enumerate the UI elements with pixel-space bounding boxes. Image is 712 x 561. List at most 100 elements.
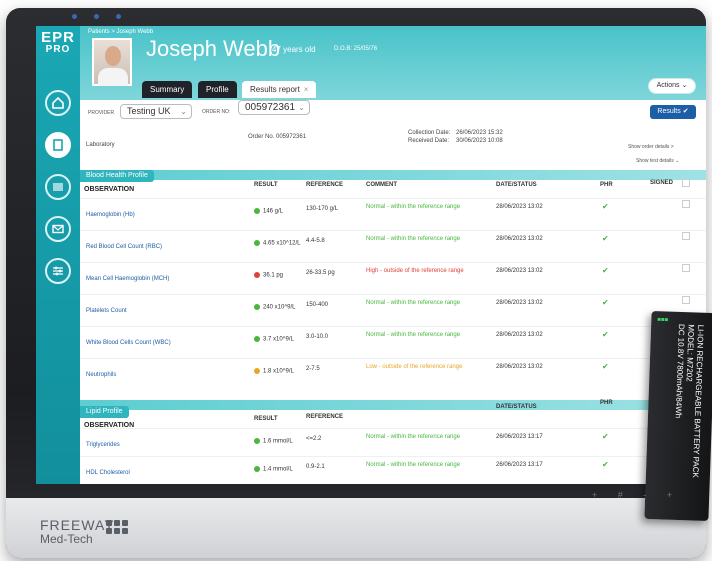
status-dot-icon — [254, 438, 260, 444]
patient-age: 47 years old — [272, 45, 316, 54]
date-status-header: DATE/STATUS — [496, 404, 537, 410]
logo-text: EPR — [41, 29, 75, 46]
brand-line2: Med-Tech — [40, 532, 93, 547]
camera-dot — [116, 14, 121, 19]
comment-text: High - outside of the reference range — [366, 268, 464, 274]
brand-logo: FREEWAY Med-Tech — [40, 517, 115, 547]
status-dot-icon — [254, 466, 260, 472]
section-title-blood: Blood Health Profile — [80, 170, 154, 182]
show-test-details-link[interactable]: Show test details ⌄ — [636, 158, 679, 164]
hardware-keys[interactable]: + # - + — [592, 490, 681, 500]
row-divider — [80, 326, 706, 327]
date-status-header: DATE/STATUS — [496, 182, 537, 188]
result-text: 1.6 mmol/L — [263, 438, 293, 445]
status-dot-icon — [254, 240, 260, 246]
reference-value: 4.4-5.8 — [306, 238, 325, 244]
observation-name[interactable]: Neutrophils — [86, 372, 116, 378]
date-value: 28/06/2023 13:02 — [496, 204, 543, 210]
comment-text: Normal - within the reference range — [366, 300, 461, 306]
app-logo: EPR PRO — [38, 30, 78, 55]
order-no-select[interactable]: 005972361 ⌄ — [238, 100, 310, 115]
check-icon: ✔ — [602, 234, 609, 243]
comment-text: Normal - within the reference range — [366, 236, 461, 242]
settings-sliders-icon — [53, 266, 63, 276]
comment-text: Low - outside of the reference range — [366, 364, 463, 370]
order-no-label: ORDER NO: — [202, 109, 231, 115]
reference-header: REFERENCE — [306, 414, 344, 420]
date-value: 28/06/2023 13:02 — [496, 332, 543, 338]
status-dot-icon — [254, 304, 260, 310]
observation-name[interactable]: Platelets Count — [86, 308, 127, 314]
result-text: 3.7 x10^9/L — [263, 336, 294, 343]
nav-mail[interactable] — [45, 216, 71, 242]
status-dot-icon — [254, 208, 260, 214]
row-divider — [80, 198, 706, 199]
chevron-down-icon: ⌄ — [675, 158, 680, 164]
observation-name[interactable]: HDL Cholesterol — [86, 470, 130, 476]
received-date-label: Received Date: — [408, 138, 450, 144]
actions-button[interactable]: Actions ⌄ — [648, 78, 696, 94]
comment-text: Normal - within the reference range — [366, 332, 461, 338]
close-icon[interactable]: × — [304, 85, 309, 94]
check-icon: ✔ — [602, 202, 609, 211]
nav-home[interactable] — [45, 90, 71, 116]
date-value: 28/06/2023 13:02 — [496, 268, 543, 274]
observation-name[interactable]: Triglycerides — [86, 442, 120, 448]
comment-header: COMMENT — [366, 182, 397, 188]
chevron-down-icon: ⌄ — [298, 103, 305, 112]
observation-name[interactable]: Haemoglobin (Hb) — [86, 212, 135, 218]
order-meta: Results ✔ PROVIDER Testing UK ⌄ ORDER NO:… — [80, 100, 706, 170]
patient-name: Joseph Webb — [146, 36, 281, 61]
check-icon: ✔ — [602, 362, 609, 371]
observation-name[interactable]: Mean Cell Haemoglobin (MCH) — [86, 276, 169, 282]
nav-settings[interactable] — [45, 258, 71, 284]
signed-checkbox[interactable] — [682, 296, 690, 304]
reference-value: 0.9-2.1 — [306, 464, 325, 470]
row-divider — [80, 262, 706, 263]
check-icon: ✔ — [602, 298, 609, 307]
laboratory-label: Laboratory — [86, 142, 115, 148]
brand-dots-icon — [106, 520, 128, 534]
reference-value: 3.0-10.0 — [306, 334, 329, 340]
comment-text: Normal - within the reference range — [366, 434, 461, 440]
result-text: 4.65 x10^12/L — [263, 240, 301, 247]
signed-checkbox[interactable] — [682, 264, 690, 272]
observation-name[interactable]: White Blood Cells Count (WBC) — [86, 340, 171, 346]
nav-barcode[interactable] — [45, 174, 71, 200]
check-icon: ✔ — [602, 460, 609, 469]
comment-text: Normal - within the reference range — [366, 204, 461, 210]
observation-name[interactable]: Red Blood Cell Count (RBC) — [86, 244, 162, 250]
avatar — [92, 38, 132, 86]
signed-checkbox[interactable] — [682, 200, 690, 208]
date-value: 26/06/2023 13:17 — [496, 434, 543, 440]
check-icon: ✔ — [682, 108, 689, 115]
reference-header: REFERENCE — [306, 182, 344, 188]
signed-checkbox[interactable] — [682, 232, 690, 240]
result-value: 36.1 pg — [254, 272, 283, 279]
comment-text: Normal - within the reference range — [366, 462, 461, 468]
result-header: RESULT — [254, 182, 278, 188]
logo-subtext: PRO — [45, 44, 71, 55]
breadcrumb[interactable]: Patients > Joseph Webb — [88, 29, 153, 35]
result-value: 240 x10^9/L — [254, 304, 296, 311]
date-value: 26/06/2023 13:17 — [496, 462, 543, 468]
nav-documents[interactable] — [45, 132, 71, 158]
show-order-details-link[interactable]: Show order details > — [628, 144, 674, 150]
results-label: Results — [657, 108, 681, 115]
section-bar — [80, 170, 706, 180]
tab-profile[interactable]: Profile — [198, 81, 237, 98]
reference-value: 130-170 g/L — [306, 206, 339, 212]
results-button[interactable]: Results ✔ — [650, 105, 696, 119]
results-table: Blood Health Profile OBSERVATION RESULT … — [80, 170, 706, 484]
provider-select[interactable]: Testing UK ⌄ — [120, 104, 192, 119]
result-value: 1.4 mmol/L — [254, 466, 293, 473]
actions-label: Actions — [656, 82, 680, 89]
check-icon: ✔ — [602, 330, 609, 339]
sidebar: EPR PRO — [36, 26, 80, 484]
tab-summary[interactable]: Summary — [142, 81, 193, 98]
result-text: 146 g/L — [263, 208, 284, 215]
select-all-checkbox[interactable] — [682, 179, 690, 187]
brand-line1: FREEWAY — [40, 517, 115, 533]
result-header: RESULT — [254, 416, 278, 422]
tab-results-report[interactable]: Results report × — [242, 81, 317, 98]
